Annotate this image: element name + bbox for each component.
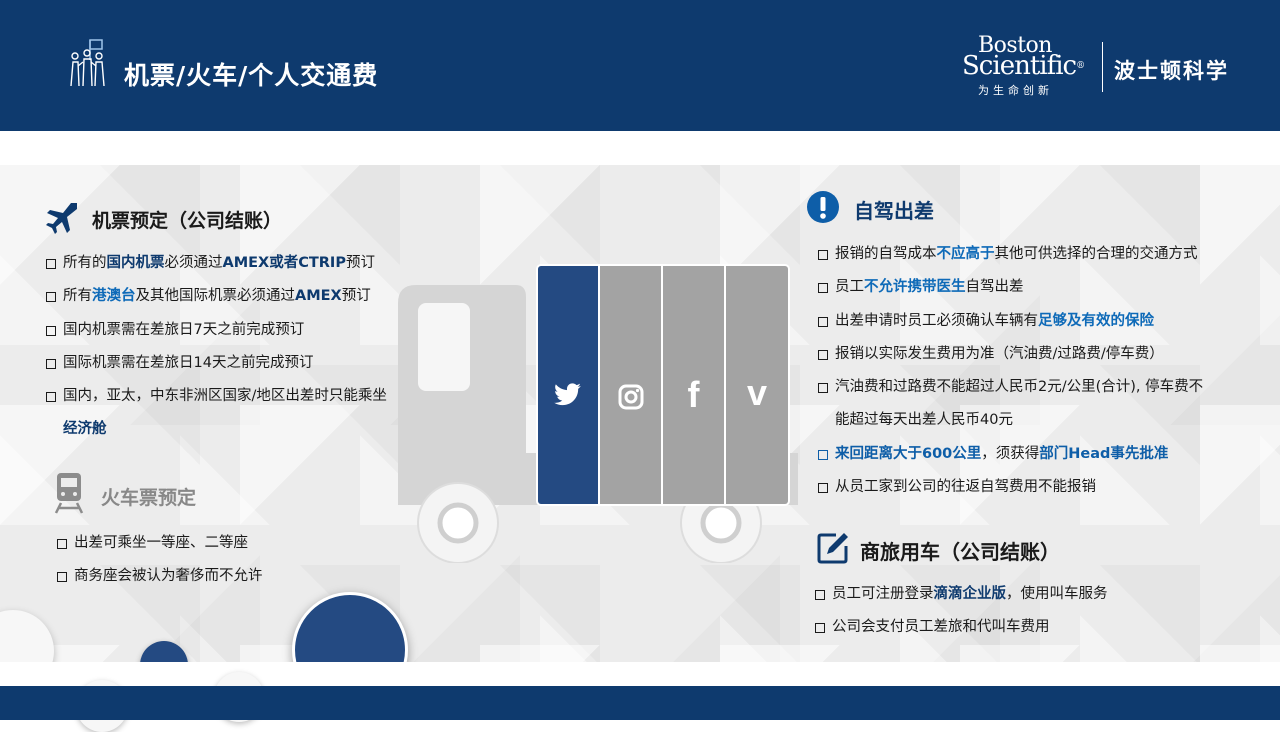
airplane-icon: [46, 203, 77, 234]
panel-vimeo[interactable]: v: [726, 266, 788, 504]
flight-section-title: 机票预定（公司结账）: [92, 210, 283, 232]
item-text: 预订: [345, 255, 375, 271]
item-text: 报销的自驾成本: [835, 246, 937, 262]
item-highlight: 滴滴企业版: [933, 586, 1007, 602]
item-text: 必须通过: [164, 255, 223, 271]
deco-circle-navy-small: [140, 641, 188, 662]
list-item: 国际机票需在差旅日14天之前完成预订: [46, 347, 387, 380]
item-highlight: 港澳台: [92, 288, 136, 305]
page-title: 机票/火车/个人交通费: [124, 61, 379, 90]
truck-cargo-panels: f v: [536, 264, 790, 506]
item-text: 及其他国际机票必须通过: [135, 288, 296, 305]
twitter-icon: [554, 383, 581, 406]
panel-twitter[interactable]: [538, 266, 598, 504]
selfdrive-section-title: 自驾出差: [854, 199, 934, 223]
list-item: 报销的自驾成本不应高于其他可供选择的合理的交通方式: [818, 238, 1203, 271]
header-bar: 机票/火车/个人交通费 Boston Scientific® 为生命创新 波士顿…: [0, 0, 1280, 131]
list-item: 从员工家到公司的往返自驾费用不能报销: [818, 471, 1203, 504]
list-item: 所有的国内机票必须通过AMEX或者CTRIP预订: [46, 247, 387, 280]
selfdrive-list: 报销的自驾成本不应高于其他可供选择的合理的交通方式 员工不允许携带医生自驾出差 …: [818, 238, 1203, 504]
team-flag-icon: [70, 39, 105, 87]
logo-chinese-name: 波士顿科学: [1114, 59, 1229, 83]
train-list: 出差可乘坐一等座、二等座 商务座会被认为奢侈而不允许: [57, 527, 263, 594]
item-text: 其他可供选择的合理的交通方式: [994, 246, 1198, 262]
list-item: 商务座会被认为奢侈而不允许: [57, 560, 263, 593]
logo-tagline: 为生命创新: [978, 84, 1053, 97]
item-text: ，使用叫车服务: [1006, 586, 1108, 602]
item-text: 预订: [341, 288, 371, 305]
item-text: ，须获得: [981, 445, 1040, 462]
list-item: 来回距离大于600公里，须获得部门Head事先批准: [818, 438, 1203, 471]
list-item-continuation: 经济舱: [63, 421, 107, 438]
item-highlight: 不允许携带医生: [864, 279, 966, 296]
logo-line-2: Scientific®: [962, 51, 1085, 81]
list-item: 员工可注册登录滴滴企业版，使用叫车服务: [815, 578, 1108, 611]
footer-bar: [0, 686, 1280, 720]
item-highlight: 部门Head事先批准: [1039, 445, 1169, 462]
list-item: 国内，亚太，中东非洲区国家/地区出差时只能乘坐: [46, 380, 387, 413]
item-text: 所有的: [63, 255, 107, 271]
item-highlight: AMEX: [295, 288, 342, 305]
train-section-title: 火车票预定: [101, 487, 197, 509]
content-area: f v 机票预定（公司结账） 所有的国内机票必须通过AMEX或者CTRIP预订 …: [0, 165, 1280, 662]
list-item: 出差申请时员工必须确认车辆有足够及有效的保险: [818, 305, 1203, 338]
logo-divider: [1102, 42, 1103, 92]
deco-circle-white-left: [0, 610, 54, 662]
train-icon: [54, 473, 84, 514]
item-highlight: 足够及有效的保险: [1038, 312, 1154, 329]
panel-instagram[interactable]: [600, 266, 661, 504]
carservice-section-title: 商旅用车（公司结账）: [860, 540, 1060, 564]
edit-icon: [817, 533, 848, 564]
logo-registered: ®: [1076, 61, 1085, 71]
item-text: 自驾出差: [965, 279, 1024, 296]
item-highlight: 国内机票: [106, 255, 165, 271]
flight-list: 所有的国内机票必须通过AMEX或者CTRIP预订 所有港澳台及其他国际机票必须通…: [46, 247, 387, 447]
item-highlight: AMEX或者CTRIP: [222, 255, 346, 271]
item-highlight: 来回距离大于600公里: [835, 445, 982, 462]
item-text: 出差申请时员工必须确认车辆有: [835, 312, 1038, 329]
list-item: 汽油费和过路费不能超过人民币2元/公里(合计), 停车费不: [818, 371, 1203, 404]
list-item-continuation: 能超过每天出差人民币40元: [835, 412, 1013, 429]
exclamation-icon: [807, 191, 839, 223]
list-item: 所有港澳台及其他国际机票必须通过AMEX预订: [46, 280, 387, 313]
panel-facebook[interactable]: f: [663, 266, 724, 504]
carservice-list: 员工可注册登录滴滴企业版，使用叫车服务 公司会支付员工差旅和代叫车费用: [815, 578, 1108, 645]
deco-circle-navy-large: [292, 592, 408, 662]
list-item: 报销以实际发生费用为准（汽油费/过路费/停车费）: [818, 338, 1203, 371]
instagram-icon: [618, 384, 644, 410]
list-item: 出差可乘坐一等座、二等座: [57, 527, 263, 560]
item-text: 员工: [835, 279, 864, 296]
vimeo-icon: v: [746, 372, 768, 413]
item-text: 员工可注册登录: [832, 586, 934, 602]
item-text: 所有: [63, 288, 92, 305]
list-item: 公司会支付员工差旅和代叫车费用: [815, 611, 1108, 644]
list-item: 国内机票需在差旅日7天之前完成预订: [46, 314, 387, 347]
logo-scientific: Scientific: [962, 51, 1077, 81]
item-highlight: 不应高于: [936, 246, 995, 262]
list-item: 员工不允许携带医生自驾出差: [818, 271, 1203, 304]
boston-scientific-logo: Boston Scientific® 为生命创新: [962, 34, 1097, 98]
facebook-icon: f: [687, 374, 700, 415]
